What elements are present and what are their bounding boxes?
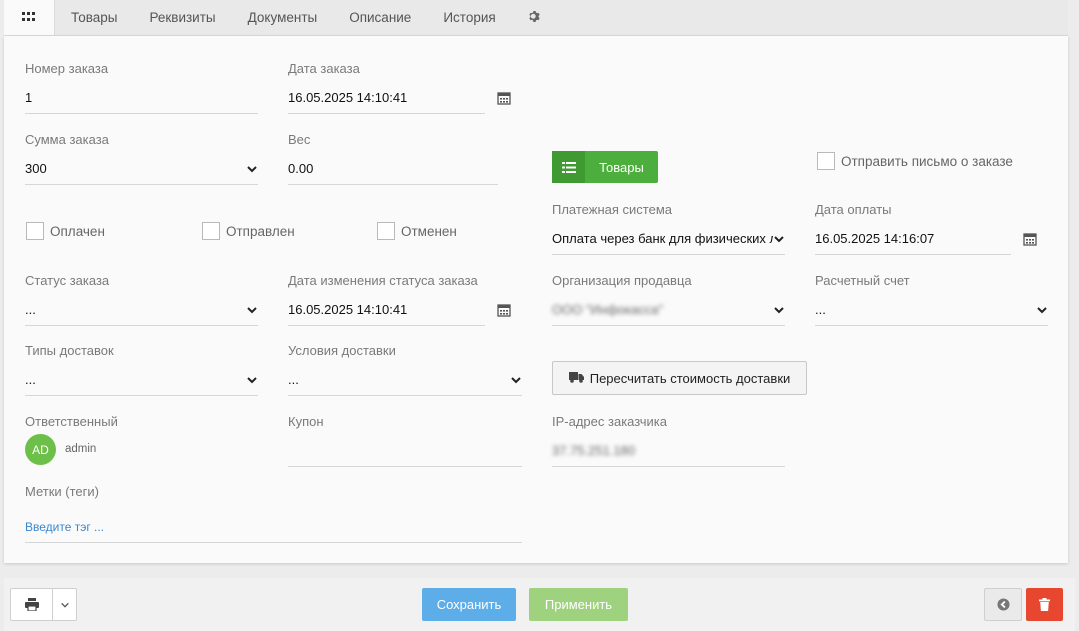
order-form-panel: Номер заказа 1 Дата заказа 16.05.2025 14… [4,36,1068,563]
delivery-types-label: Типы доставок [25,343,114,358]
chevron-down-icon [247,376,257,383]
delete-button[interactable] [1026,588,1063,621]
account-label: Расчетный счет [815,273,910,288]
calendar-icon[interactable] [1023,232,1037,249]
print-button-group [10,588,77,621]
print-button[interactable] [11,589,53,620]
tab-main[interactable] [4,0,55,35]
delivery-types-select[interactable]: ... [25,364,258,396]
tags-label: Метки (теги) [25,484,99,499]
back-button[interactable] [984,588,1022,621]
save-button[interactable]: Сохранить [422,588,516,621]
recalc-delivery-label: Пересчитать стоимость доставки [589,370,791,386]
tab-settings[interactable] [512,0,557,35]
chevron-down-icon [247,165,257,172]
coupon-label: Купон [288,414,324,429]
goods-button-label: Товары [599,159,644,175]
delivery-conditions-label: Условия доставки [288,343,396,358]
list-icon [552,151,585,183]
paid-checkbox[interactable]: Оплачен [26,222,105,240]
checkbox[interactable] [377,222,395,240]
apply-button[interactable]: Применить [529,588,628,621]
order-status-label: Статус заказа [25,273,110,288]
order-number-input[interactable]: 1 [25,82,258,114]
checkbox[interactable] [817,152,835,170]
arrow-left-circle-icon [996,598,1010,611]
print-dropdown-toggle[interactable] [53,589,76,620]
weight-label: Вес [288,132,311,147]
chevron-down-icon [774,235,784,242]
truck-icon [568,371,584,386]
order-sum-label: Сумма заказа [25,132,109,147]
chevron-down-icon [60,602,69,608]
order-number-label: Номер заказа [25,61,109,76]
gear-icon [528,10,541,26]
seller-org-select[interactable]: ООО "Инфокасса" [552,294,785,326]
tab-requisites[interactable]: Реквизиты [133,0,231,35]
calendar-icon[interactable] [497,303,511,320]
tab-bar: Товары Реквизиты Документы Описание Исто… [4,0,1068,36]
send-email-label: Отправить письмо о заказе [841,153,1013,169]
grid-icon [22,10,36,25]
chevron-down-icon [247,306,257,313]
checkbox[interactable] [26,222,44,240]
coupon-input[interactable] [288,435,522,467]
order-sum-select[interactable]: 300 [25,153,258,185]
delivery-conditions-select[interactable]: ... [288,364,522,396]
tab-history[interactable]: История [427,0,511,35]
status-change-date-label: Дата изменения статуса заказа [288,273,478,288]
order-date-input[interactable]: 16.05.2025 14:10:41 [288,82,485,114]
tab-description[interactable]: Описание [333,0,427,35]
goods-button[interactable]: Товары [552,151,658,183]
avatar[interactable]: AD [25,434,56,465]
calendar-icon[interactable] [497,91,511,108]
cancelled-label: Отменен [401,223,457,239]
order-status-select[interactable]: ... [25,294,258,326]
ip-label: IP-адрес заказчика [552,414,668,429]
tab-goods[interactable]: Товары [55,0,133,35]
chevron-down-icon [774,306,784,313]
footer-toolbar: Сохранить Применить [4,578,1075,631]
chevron-down-icon [511,376,521,383]
payment-date-label: Дата оплаты [815,202,892,217]
order-date-label: Дата заказа [288,61,360,76]
recalc-delivery-button[interactable]: Пересчитать стоимость доставки [552,361,807,395]
paid-label: Оплачен [50,223,105,239]
responsible-name: admin [65,443,97,455]
send-email-checkbox[interactable]: Отправить письмо о заказе [817,152,1013,170]
ip-value: 37.75.251.180 [552,435,785,467]
payment-date-input[interactable]: 16.05.2025 14:16:07 [815,223,1011,255]
weight-input[interactable]: 0.00 [288,153,498,185]
payment-system-label: Платежная система [552,202,672,217]
cancelled-checkbox[interactable]: Отменен [377,222,457,240]
status-change-date-input[interactable]: 16.05.2025 14:10:41 [288,294,485,326]
chevron-down-icon [1037,306,1047,313]
sent-label: Отправлен [226,223,295,239]
responsible-label: Ответственный [25,414,118,429]
account-select[interactable]: ... [815,294,1048,326]
tags-input[interactable]: Введите тэг ... [25,511,522,543]
payment-system-select[interactable]: Оплата через банк для физических лиц [552,223,785,255]
sent-checkbox[interactable]: Отправлен [202,222,295,240]
checkbox[interactable] [202,222,220,240]
trash-icon [1039,598,1050,611]
seller-org-label: Организация продавца [552,273,692,288]
tab-documents[interactable]: Документы [232,0,334,35]
print-icon [24,598,39,611]
